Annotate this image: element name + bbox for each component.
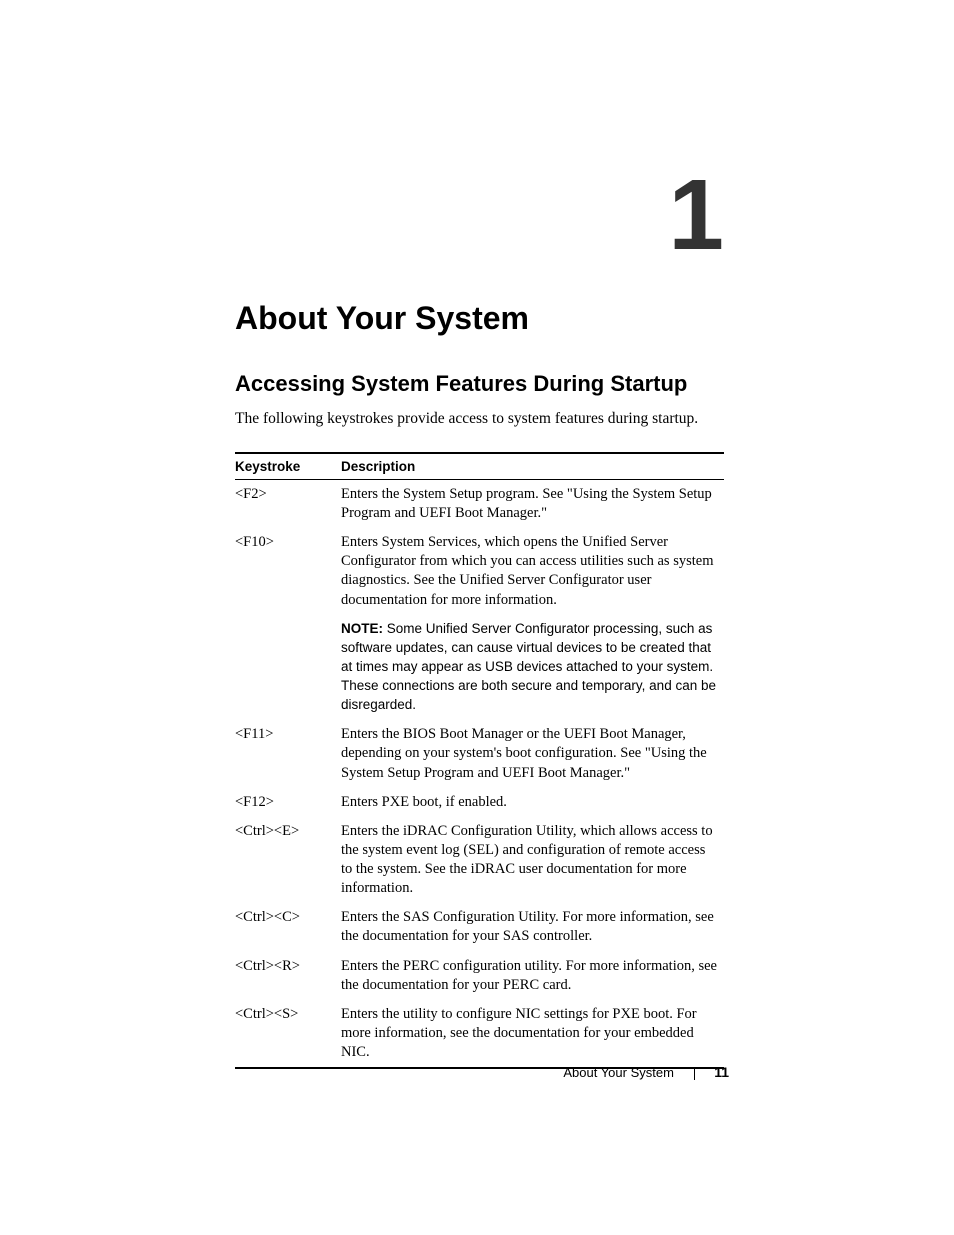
keystroke-cell: <F11> (235, 720, 341, 787)
intro-paragraph: The following keystrokes provide access … (235, 409, 724, 430)
table-row: <Ctrl><E> Enters the iDRAC Configuration… (235, 817, 724, 904)
table-row: NOTE: Some Unified Server Configurator p… (235, 615, 724, 721)
keystroke-cell: <F2> (235, 479, 341, 528)
table-row: <F11> Enters the BIOS Boot Manager or th… (235, 720, 724, 787)
keystroke-cell: <Ctrl><E> (235, 817, 341, 904)
description-cell: Enters the PERC configuration utility. F… (341, 952, 724, 1000)
heading-accessing-features: Accessing System Features During Startup (235, 371, 724, 397)
keystroke-cell: <Ctrl><R> (235, 952, 341, 1000)
footer-section-name: About Your System (563, 1065, 674, 1080)
description-cell: Enters the BIOS Boot Manager or the UEFI… (341, 720, 724, 787)
keystroke-cell (235, 615, 341, 721)
heading-about-your-system: About Your System (235, 300, 724, 337)
footer-page-number: 11 (714, 1064, 729, 1080)
page: 1 About Your System Accessing System Fea… (0, 0, 954, 1235)
table-header-description: Description (341, 453, 724, 480)
table-row: <F10> Enters System Services, which open… (235, 528, 724, 615)
footer-divider (694, 1068, 695, 1080)
keystroke-cell: <F12> (235, 788, 341, 817)
table-row: <Ctrl><C> Enters the SAS Configuration U… (235, 903, 724, 951)
description-cell-note: NOTE: Some Unified Server Configurator p… (341, 615, 724, 721)
description-cell: Enters System Services, which opens the … (341, 528, 724, 615)
table-header-keystroke: Keystroke (235, 453, 341, 480)
chapter-number: 1 (668, 170, 724, 260)
page-footer: About Your System 11 (563, 1064, 729, 1080)
description-cell: Enters the System Setup program. See "Us… (341, 479, 724, 528)
keystroke-cell: <Ctrl><S> (235, 1000, 341, 1068)
description-cell: Enters PXE boot, if enabled. (341, 788, 724, 817)
note-text: Some Unified Server Configurator process… (341, 621, 716, 713)
table-row: <F2> Enters the System Setup program. Se… (235, 479, 724, 528)
keystroke-cell: <F10> (235, 528, 341, 615)
keystroke-table: Keystroke Description <F2> Enters the Sy… (235, 452, 724, 1069)
table-row: <Ctrl><R> Enters the PERC configuration … (235, 952, 724, 1000)
keystroke-cell: <Ctrl><C> (235, 903, 341, 951)
description-cell: Enters the utility to configure NIC sett… (341, 1000, 724, 1068)
description-cell: Enters the iDRAC Configuration Utility, … (341, 817, 724, 904)
description-cell: Enters the SAS Configuration Utility. Fo… (341, 903, 724, 951)
table-row: <F12> Enters PXE boot, if enabled. (235, 788, 724, 817)
table-row: <Ctrl><S> Enters the utility to configur… (235, 1000, 724, 1068)
note-label: NOTE: (341, 621, 383, 636)
